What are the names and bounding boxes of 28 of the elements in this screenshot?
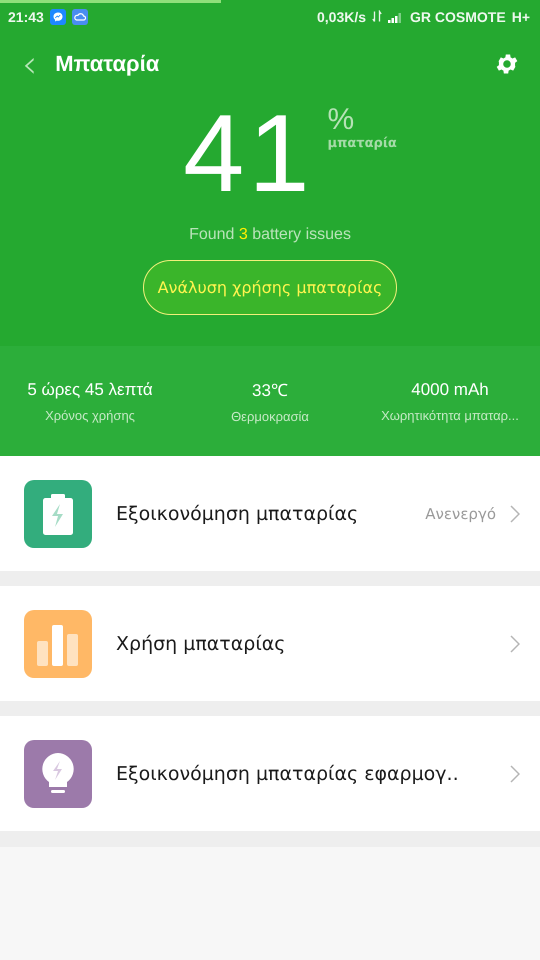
data-arrows-icon: [372, 10, 382, 23]
chevron-icon: [510, 634, 520, 652]
network-type: H+: [512, 8, 530, 24]
list-item[interactable]: Εξοικονόμηση μπαταρίας εφαρμογ..: [0, 716, 540, 831]
chevron-icon: [510, 764, 520, 782]
status-time: 21:43: [8, 8, 44, 24]
battery-percent: 41: [183, 100, 314, 208]
stat-label: Θερμοκρασία: [231, 409, 309, 424]
list-item[interactable]: Χρήση μπαταρίας: [0, 586, 540, 701]
issues-text: Found 3 battery issues: [188, 226, 352, 244]
stat-value: 5 ώρες 45 λεπτά: [27, 380, 153, 400]
stat-label: Χρόνος χρήσης: [45, 408, 135, 422]
stat-label: Χωρητικότητα μπαταρ...: [381, 408, 519, 422]
percent-sign: %: [328, 104, 356, 136]
percent-label: μπαταρία: [328, 136, 397, 151]
cloud-icon: [72, 8, 88, 24]
page-title: Μπαταρία: [55, 51, 160, 77]
network-speed: 0,03K/s: [316, 8, 366, 24]
messenger-icon: [50, 8, 66, 24]
chevron-icon: [510, 504, 520, 522]
item-title: Χρήση μπαταρίας: [116, 632, 286, 654]
item-title: Εξοικονόμηση μπαταρίας: [116, 502, 360, 524]
stat-value: 33℃: [252, 380, 288, 401]
carrier-name: GR COSMOTE: [410, 8, 506, 24]
item-title: Εξοικονόμηση μπαταρίας εφαρμογ..: [116, 762, 460, 784]
item-status: Ανενεργό: [425, 504, 496, 522]
stat-value: 4000 mAh: [411, 380, 489, 400]
list-item[interactable]: Εξοικονόμηση μπαταρίας Ανενεργό: [0, 456, 540, 571]
